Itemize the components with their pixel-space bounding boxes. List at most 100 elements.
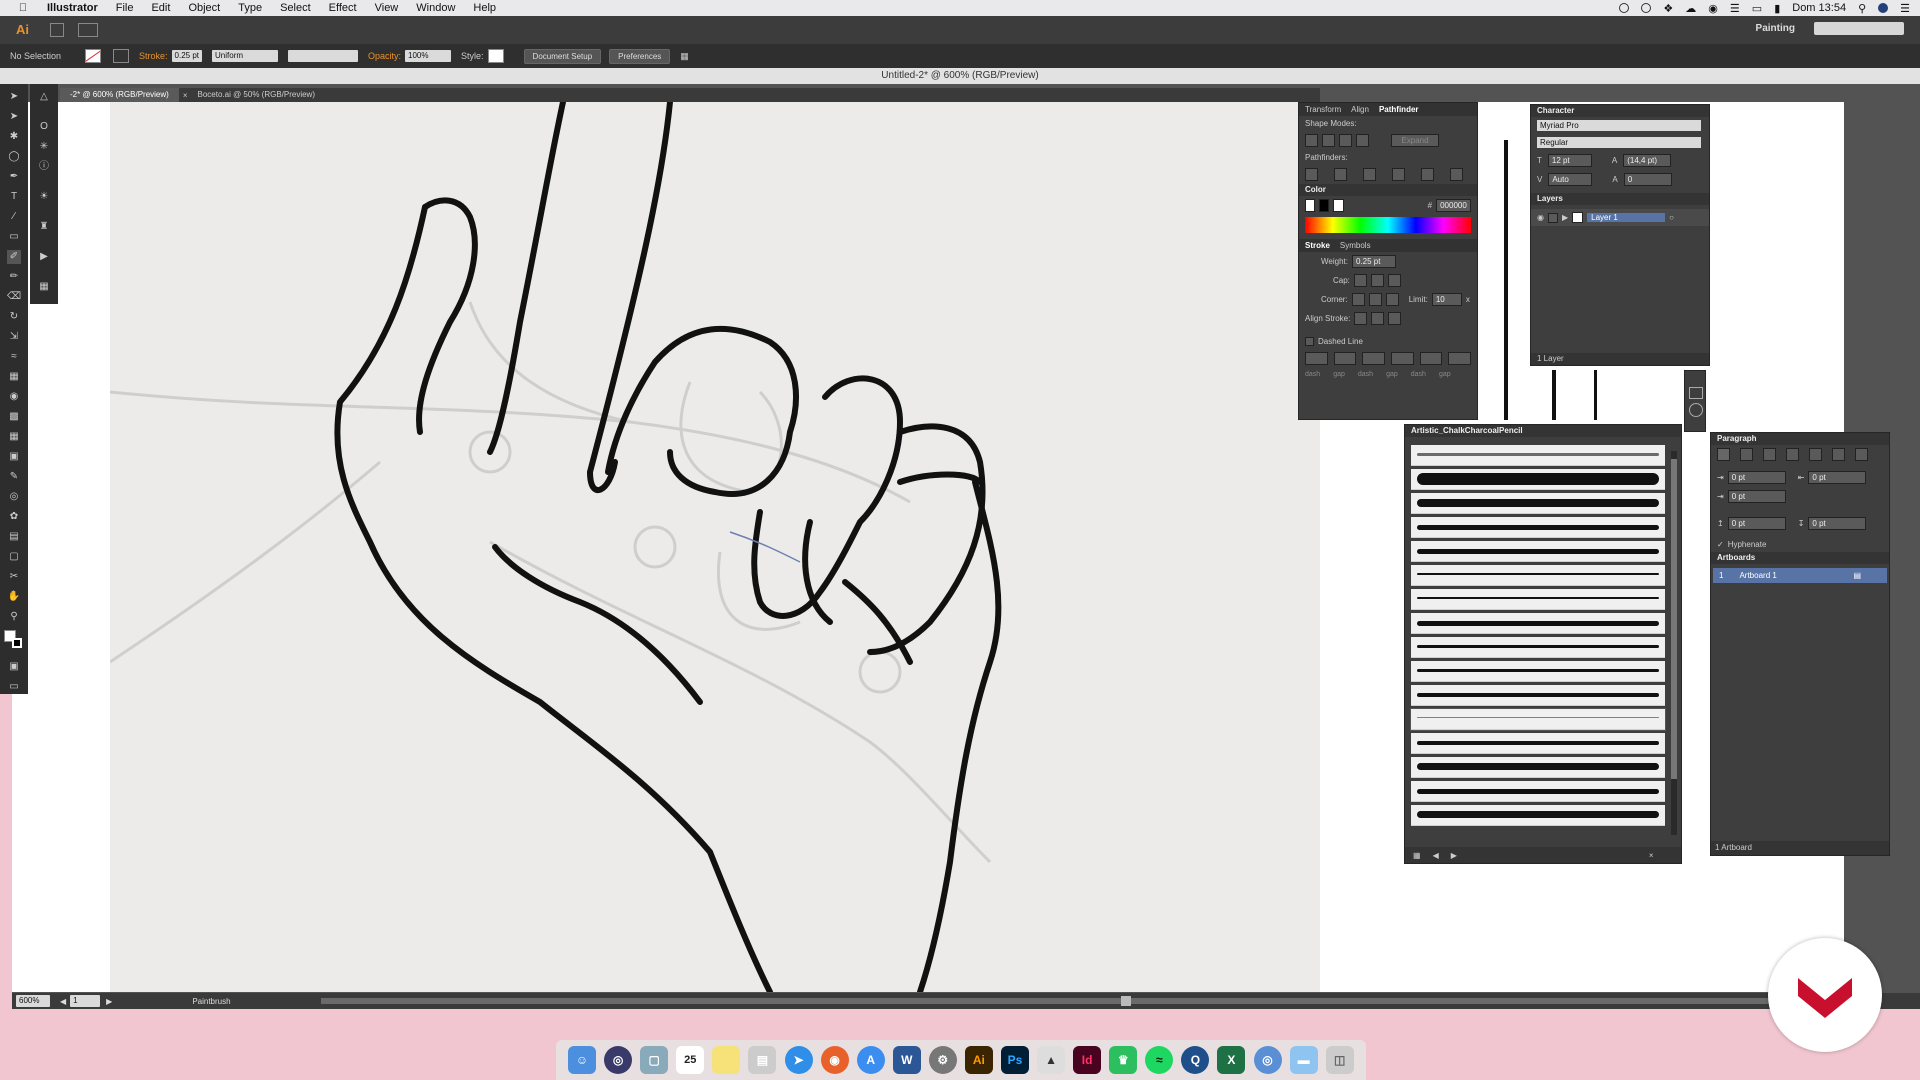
unite-icon[interactable]	[1305, 134, 1318, 147]
brush-item[interactable]	[1411, 685, 1665, 706]
butt-cap-icon[interactable]	[1353, 274, 1367, 287]
layer-name[interactable]: Layer 1	[1587, 213, 1666, 222]
brush-item[interactable]	[1411, 517, 1665, 538]
star-tool-icon[interactable]: ✳	[37, 140, 51, 154]
menu-window[interactable]: Window	[416, 2, 455, 14]
variable-width-profile[interactable]: Uniform	[212, 50, 279, 62]
stroke-color-box[interactable]	[12, 638, 22, 648]
record-icon[interactable]	[1619, 3, 1630, 13]
spray-tool-icon[interactable]: ♜	[37, 220, 51, 234]
paintbrush-tool-icon[interactable]: ✐	[7, 250, 21, 264]
arrange-documents-icon[interactable]	[78, 23, 98, 37]
tab-symbols[interactable]: Symbols	[1340, 241, 1371, 250]
brush-item[interactable]	[1411, 637, 1665, 658]
drawing-mode-icon[interactable]: ▣	[7, 660, 21, 674]
flare-tool-icon[interactable]: ☀	[37, 190, 51, 204]
pencil-tool-icon[interactable]: ✏	[7, 270, 21, 284]
next-library-icon[interactable]: ▶	[1451, 851, 1457, 860]
keynote-icon[interactable]: ▲	[1037, 1046, 1066, 1074]
dash-field-3[interactable]	[1419, 352, 1443, 365]
tab-transform[interactable]: Transform	[1305, 105, 1341, 114]
free-transform-tool-icon[interactable]: ▦	[7, 370, 21, 384]
hand-tool-icon[interactable]: ✋	[7, 590, 21, 604]
white-swatch[interactable]	[1333, 199, 1344, 212]
round-join-icon[interactable]	[1368, 293, 1382, 306]
intersect-icon[interactable]	[1339, 134, 1352, 147]
grid-icon[interactable]: ▦	[37, 280, 51, 294]
tracking-field[interactable]: 0	[1623, 173, 1672, 186]
folder-icon[interactable]: ▬	[1289, 1046, 1318, 1074]
trash-icon[interactable]: ◫	[1325, 1046, 1354, 1074]
dashed-line-checkbox[interactable]	[1305, 337, 1314, 346]
space-after-field[interactable]: 0 pt	[1808, 517, 1867, 530]
quicktime-icon[interactable]: Q	[1181, 1046, 1210, 1074]
tab-stroke[interactable]: Stroke	[1305, 241, 1330, 250]
notification-icon[interactable]: ☰	[1900, 2, 1910, 15]
indesign-icon[interactable]: Id	[1073, 1046, 1102, 1074]
user-icon[interactable]	[1878, 3, 1889, 13]
sync-icon[interactable]	[1641, 3, 1652, 13]
dash-field-1[interactable]	[1305, 352, 1328, 365]
battery-icon[interactable]: ▮	[1774, 2, 1780, 15]
limit-field[interactable]: 10	[1431, 293, 1462, 306]
selection-tool-icon[interactable]: ➤	[7, 90, 21, 104]
merge-icon[interactable]	[1363, 168, 1376, 181]
stroke-swatch[interactable]	[113, 49, 130, 63]
brush-item[interactable]	[1411, 613, 1665, 634]
bevel-join-icon[interactable]	[1385, 293, 1399, 306]
leading-field[interactable]: (14,4 pt)	[1623, 154, 1672, 167]
projecting-cap-icon[interactable]	[1387, 274, 1401, 287]
dash-field-2[interactable]	[1362, 352, 1386, 365]
perspective-grid-tool-icon[interactable]: ▩	[7, 410, 21, 424]
horizontal-scrollbar[interactable]	[320, 996, 1881, 1006]
sketch-image[interactable]	[110, 102, 1320, 992]
menu-effect[interactable]: Effect	[329, 2, 357, 14]
menu-view[interactable]: View	[375, 2, 399, 14]
graph-tool-icon[interactable]: ▤	[7, 530, 21, 544]
gap-field-3[interactable]	[1448, 352, 1472, 365]
brush-library-title[interactable]: Artistic_ChalkCharcoalPencil	[1405, 425, 1681, 437]
brush-item[interactable]	[1411, 733, 1665, 754]
cloud-icon[interactable]: ☁	[1685, 2, 1696, 15]
none-swatch[interactable]	[1305, 199, 1316, 212]
eyedropper-tool-icon[interactable]: ✎	[7, 470, 21, 484]
artboards-panel-title[interactable]: Artboards	[1711, 552, 1889, 564]
direct-selection-tool-icon[interactable]: ➤	[7, 110, 21, 124]
stock-search-input[interactable]	[1814, 22, 1904, 35]
artboard-options-icon[interactable]: ▤	[1853, 571, 1861, 580]
brush-definition-field[interactable]	[288, 50, 359, 62]
brush-item[interactable]	[1411, 589, 1665, 610]
photoshop-icon[interactable]: Ps	[1000, 1046, 1029, 1074]
notes-icon[interactable]	[712, 1046, 741, 1074]
eye-icon[interactable]: ◉	[1708, 2, 1718, 15]
brush-item[interactable]	[1411, 757, 1665, 778]
shape-builder-tool-icon[interactable]: ◉	[7, 390, 21, 404]
trim-icon[interactable]	[1334, 168, 1347, 181]
hyphenate-checkbox[interactable]: ✓	[1717, 540, 1724, 549]
spotlight-icon[interactable]: ⚲	[1858, 2, 1866, 15]
magic-wand-tool-icon[interactable]: ✱	[7, 130, 21, 144]
next-artboard-icon[interactable]: ▶	[106, 997, 112, 1006]
right-indent-field[interactable]: 0 pt	[1808, 471, 1867, 484]
previous-library-icon[interactable]: ◀	[1433, 851, 1439, 860]
brush-item[interactable]	[1411, 445, 1665, 466]
align-left-icon[interactable]	[1717, 448, 1730, 461]
type-tool-icon[interactable]: T	[7, 190, 21, 204]
outline-icon[interactable]	[1421, 168, 1434, 181]
gap-field-1[interactable]	[1333, 352, 1357, 365]
paragraph-panel-title[interactable]: Paragraph	[1711, 433, 1889, 445]
eraser-tool-icon[interactable]: ⌫	[7, 290, 21, 304]
align-center-text-icon[interactable]	[1740, 448, 1753, 461]
menu-app[interactable]: Illustrator	[47, 2, 98, 14]
app-store-icon[interactable]: A	[856, 1046, 885, 1074]
current-tool-status[interactable]: Paintbrush	[192, 997, 230, 1006]
menu-object[interactable]: Object	[188, 2, 220, 14]
network-icon[interactable]: ◎	[1253, 1046, 1282, 1074]
justify-center-icon[interactable]	[1809, 448, 1822, 461]
excel-icon[interactable]: X	[1217, 1046, 1246, 1074]
workspace-switcher[interactable]: Painting	[1756, 23, 1795, 34]
evernote-icon[interactable]: ♛	[1109, 1046, 1138, 1074]
rectangle-tool-icon[interactable]: ▭	[7, 230, 21, 244]
opacity-label[interactable]: Opacity:	[368, 51, 401, 61]
mesh-tool-icon[interactable]: ▦	[7, 430, 21, 444]
